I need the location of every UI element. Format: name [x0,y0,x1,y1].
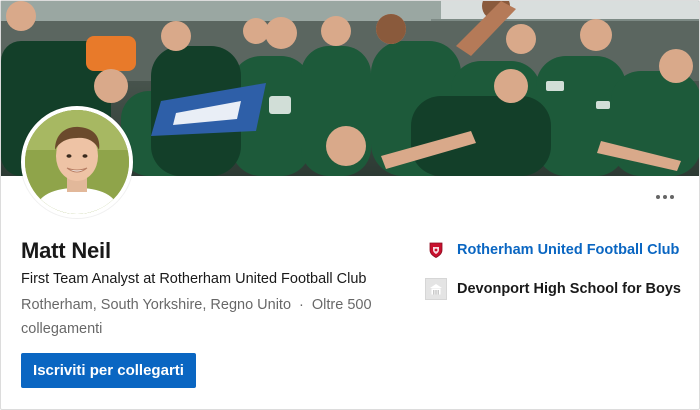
current-company-link[interactable]: Rotherham United Football Club [425,239,679,261]
avatar[interactable] [21,106,133,218]
profile-name: Matt Neil [21,238,111,263]
profile-card: Matt Neil First Team Analyst at Rotherha… [0,0,700,410]
ellipsis-icon [656,195,660,199]
profile-location: Rotherham, South Yorkshire, Regno Unito [21,297,292,313]
connect-button[interactable]: Iscriviti per collegarti [21,353,196,388]
company-name: Rotherham United Football Club [457,242,680,258]
school-name: Devonport High School for Boys [457,281,681,297]
profile-location-line: Rotherham, South Yorkshire, Regno Unito ·… [21,293,381,341]
profile-headline: First Team Analyst at Rotherham United F… [21,271,367,287]
school-building-icon [425,278,447,300]
education-link[interactable]: Devonport High School for Boys [425,278,681,300]
club-crest-icon [425,239,447,261]
more-options-button[interactable] [651,187,679,207]
separator: · [299,297,304,313]
